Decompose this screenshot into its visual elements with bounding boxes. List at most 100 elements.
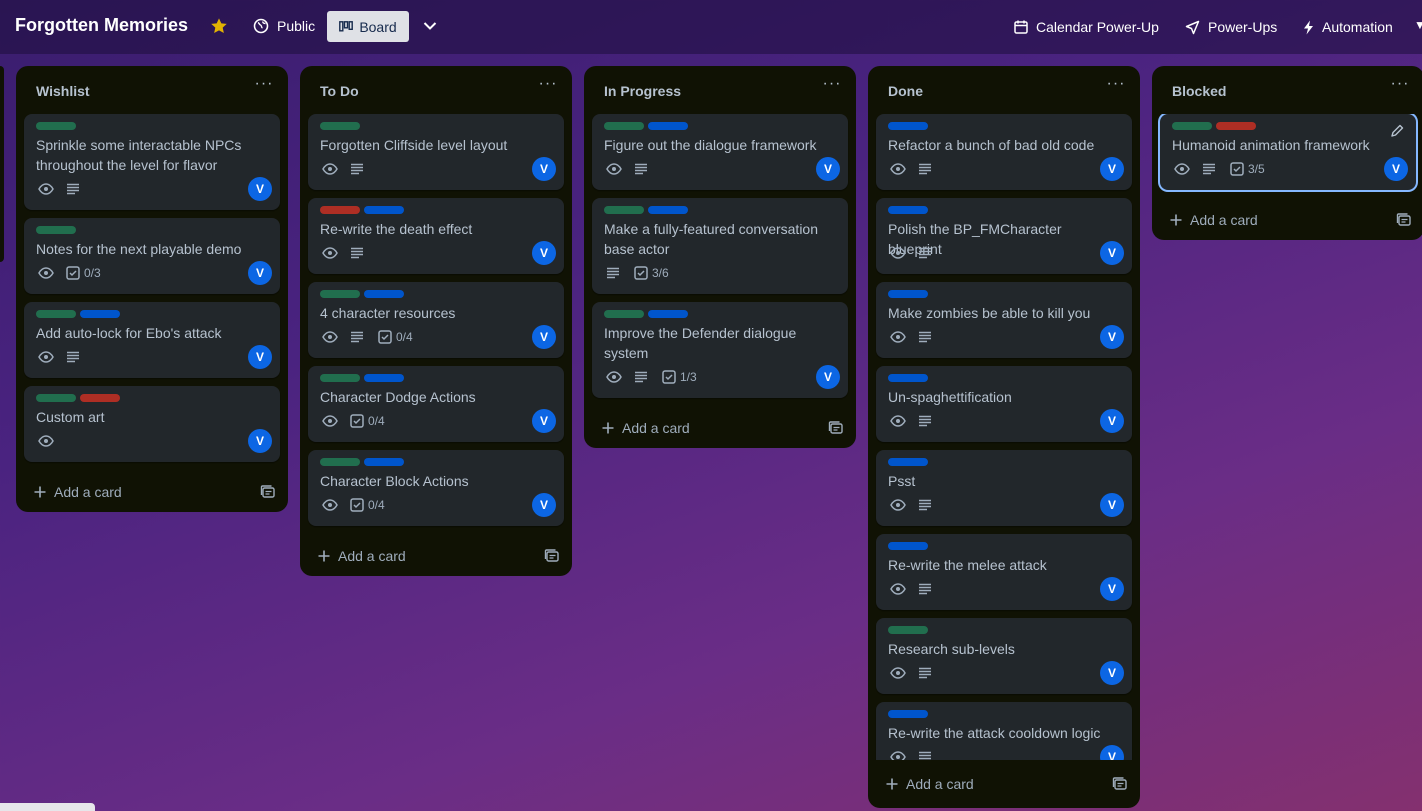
card[interactable]: Notes for the next playable demo 0/3 V xyxy=(24,218,280,294)
filter-icon[interactable]: ▼ xyxy=(1414,18,1422,32)
member-avatar[interactable]: V xyxy=(1100,325,1124,349)
member-avatar[interactable]: V xyxy=(1384,157,1408,181)
create-from-template-icon[interactable] xyxy=(1396,212,1412,228)
card[interactable]: Add auto-lock for Ebo's attack V xyxy=(24,302,280,378)
label-red[interactable] xyxy=(80,394,120,402)
label-green[interactable] xyxy=(36,122,76,130)
label-green[interactable] xyxy=(320,122,360,130)
card[interactable]: Improve the Defender dialogue system 1/3 V xyxy=(592,302,848,398)
create-from-template-icon[interactable] xyxy=(544,548,560,564)
card[interactable]: 4 character resources 0/4 V xyxy=(308,282,564,358)
board-view-button[interactable]: Board xyxy=(327,11,409,42)
card[interactable]: Character Block Actions 0/4 V xyxy=(308,450,564,526)
card[interactable]: Psst V xyxy=(876,450,1132,526)
add-card-button[interactable]: Add a card xyxy=(308,540,538,572)
card[interactable]: Re-write the death effect V xyxy=(308,198,564,274)
label-blue[interactable] xyxy=(364,374,404,382)
label-blue[interactable] xyxy=(648,206,688,214)
card[interactable]: Refactor a bunch of bad old code V xyxy=(876,114,1132,190)
create-from-template-icon[interactable] xyxy=(1112,776,1128,792)
edit-card-icon[interactable] xyxy=(1390,124,1404,138)
add-card-button[interactable]: Add a card xyxy=(592,412,822,444)
list-menu-button[interactable]: ··· xyxy=(1106,76,1126,98)
label-green[interactable] xyxy=(320,374,360,382)
label-green[interactable] xyxy=(604,206,644,214)
label-blue[interactable] xyxy=(888,290,928,298)
list-title[interactable]: To Do xyxy=(320,83,359,99)
member-avatar[interactable]: V xyxy=(532,325,556,349)
label-green[interactable] xyxy=(1172,122,1212,130)
card[interactable]: Re-write the melee attack V xyxy=(876,534,1132,610)
powerups-button[interactable]: Power-Ups xyxy=(1185,12,1277,42)
label-green[interactable] xyxy=(36,226,76,234)
add-card-button[interactable]: Add a card xyxy=(876,768,1106,800)
card[interactable]: Forgotten Cliffside level layout V xyxy=(308,114,564,190)
label-red[interactable] xyxy=(1216,122,1256,130)
member-avatar[interactable]: V xyxy=(1100,577,1124,601)
label-green[interactable] xyxy=(888,626,928,634)
label-blue[interactable] xyxy=(364,206,404,214)
visibility-button[interactable]: Public xyxy=(245,10,323,42)
list-menu-button[interactable]: ··· xyxy=(254,76,274,98)
label-red[interactable] xyxy=(320,206,360,214)
label-blue[interactable] xyxy=(648,310,688,318)
card[interactable]: Re-write the attack cooldown logic V xyxy=(876,702,1132,760)
list-title[interactable]: Wishlist xyxy=(36,83,90,99)
create-from-template-icon[interactable] xyxy=(828,420,844,436)
card[interactable]: Custom art V xyxy=(24,386,280,462)
list-title[interactable]: Blocked xyxy=(1172,83,1226,99)
star-icon[interactable] xyxy=(210,17,228,35)
card[interactable]: Un-spaghettification V xyxy=(876,366,1132,442)
board-title[interactable]: Forgotten Memories xyxy=(15,15,188,36)
view-switcher-button[interactable] xyxy=(416,12,444,40)
label-blue[interactable] xyxy=(364,458,404,466)
list-menu-button[interactable]: ··· xyxy=(1390,76,1410,98)
label-green[interactable] xyxy=(604,310,644,318)
label-blue[interactable] xyxy=(888,542,928,550)
label-green[interactable] xyxy=(320,458,360,466)
member-avatar[interactable]: V xyxy=(1100,745,1124,760)
card[interactable]: Figure out the dialogue framework V xyxy=(592,114,848,190)
card[interactable]: Make zombies be able to kill you V xyxy=(876,282,1132,358)
card[interactable]: Polish the BP_FMCharacter blueprint V xyxy=(876,198,1132,274)
label-blue[interactable] xyxy=(888,710,928,718)
label-blue[interactable] xyxy=(888,122,928,130)
member-avatar[interactable]: V xyxy=(248,345,272,369)
card[interactable]: Character Dodge Actions 0/4 V xyxy=(308,366,564,442)
member-avatar[interactable]: V xyxy=(1100,661,1124,685)
automation-button[interactable]: Automation xyxy=(1303,12,1393,42)
label-green[interactable] xyxy=(36,310,76,318)
member-avatar[interactable]: V xyxy=(816,157,840,181)
member-avatar[interactable]: V xyxy=(532,241,556,265)
list-title[interactable]: In Progress xyxy=(604,83,681,99)
label-blue[interactable] xyxy=(888,374,928,382)
member-avatar[interactable]: V xyxy=(532,409,556,433)
label-blue[interactable] xyxy=(364,290,404,298)
member-avatar[interactable]: V xyxy=(1100,241,1124,265)
member-avatar[interactable]: V xyxy=(532,493,556,517)
card[interactable]: Humanoid animation framework 3/5 V xyxy=(1160,114,1416,190)
list-menu-button[interactable]: ··· xyxy=(538,76,558,98)
member-avatar[interactable]: V xyxy=(248,261,272,285)
member-avatar[interactable]: V xyxy=(1100,157,1124,181)
label-blue[interactable] xyxy=(888,458,928,466)
member-avatar[interactable]: V xyxy=(248,429,272,453)
add-card-button[interactable]: Add a card xyxy=(24,476,254,508)
label-green[interactable] xyxy=(36,394,76,402)
label-blue[interactable] xyxy=(648,122,688,130)
member-avatar[interactable]: V xyxy=(248,177,272,201)
list-menu-button[interactable]: ··· xyxy=(822,76,842,98)
member-avatar[interactable]: V xyxy=(532,157,556,181)
member-avatar[interactable]: V xyxy=(816,365,840,389)
add-card-button[interactable]: Add a card xyxy=(1160,204,1390,236)
card[interactable]: Sprinkle some interactable NPCs througho… xyxy=(24,114,280,210)
card[interactable]: Make a fully-featured conversation base … xyxy=(592,198,848,294)
label-blue[interactable] xyxy=(80,310,120,318)
label-blue[interactable] xyxy=(888,206,928,214)
label-green[interactable] xyxy=(604,122,644,130)
create-from-template-icon[interactable] xyxy=(260,484,276,500)
member-avatar[interactable]: V xyxy=(1100,409,1124,433)
card[interactable]: Research sub-levels V xyxy=(876,618,1132,694)
list-title[interactable]: Done xyxy=(888,83,923,99)
member-avatar[interactable]: V xyxy=(1100,493,1124,517)
